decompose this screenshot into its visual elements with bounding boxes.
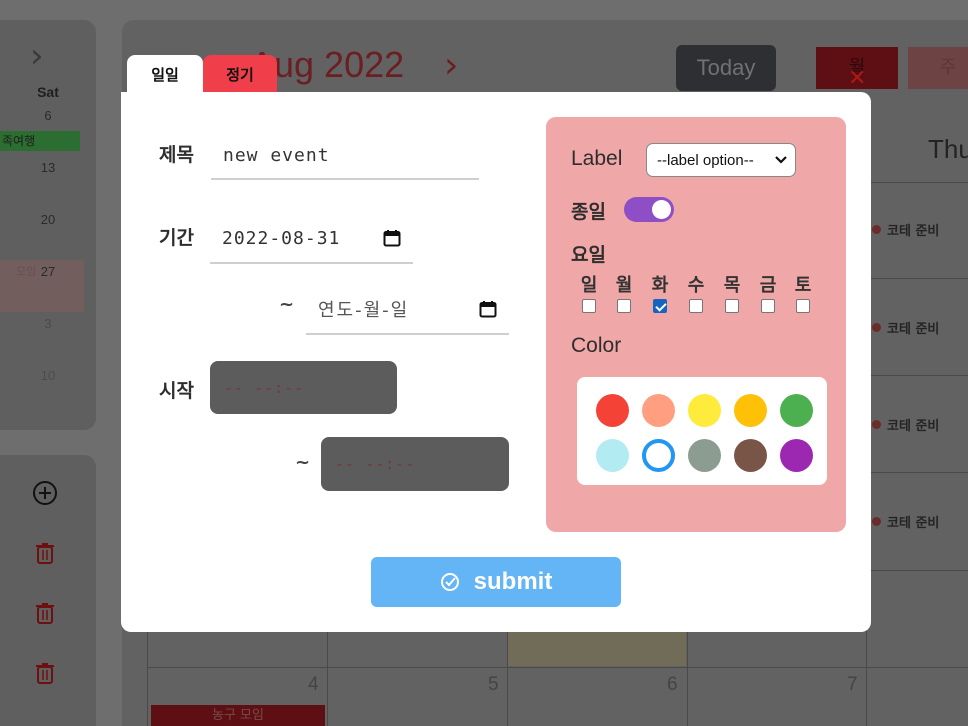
- period-label: 기간: [159, 227, 194, 249]
- day-header-thu: Thu: [928, 134, 968, 164]
- calendar-icon[interactable]: [383, 229, 401, 247]
- start-time-input[interactable]: -- --:--: [210, 361, 397, 414]
- add-label-icon[interactable]: [32, 480, 58, 506]
- dow-fri[interactable]: 금: [756, 275, 780, 313]
- mini-calendar-next-button[interactable]: ›: [30, 38, 58, 74]
- title-input-value: new event: [223, 144, 330, 166]
- trash-icon[interactable]: [32, 600, 58, 626]
- today-cell-highlight: [508, 630, 686, 666]
- label-select[interactable]: --label option--: [646, 143, 796, 177]
- dow-checkbox[interactable]: [761, 299, 775, 313]
- allday-label: 종일: [571, 201, 606, 223]
- grid-line: [687, 630, 688, 726]
- mini-day[interactable]: 3: [28, 316, 68, 331]
- day-number[interactable]: 7: [847, 674, 858, 696]
- check-circle-icon: [440, 573, 459, 591]
- week-view-button[interactable]: 주: [908, 47, 968, 89]
- title-label: 제목: [159, 144, 194, 166]
- time-range-tilde: ~: [295, 452, 311, 473]
- color-palette: [577, 377, 827, 485]
- color-swatch-purple[interactable]: [780, 439, 813, 472]
- grid-line: [866, 375, 968, 376]
- color-swatch-yellow[interactable]: [688, 394, 721, 427]
- title-input[interactable]: new event: [211, 132, 479, 180]
- mini-day[interactable]: 13: [28, 160, 68, 175]
- today-button[interactable]: Today: [676, 45, 776, 91]
- trash-icon[interactable]: [32, 540, 58, 566]
- day-number[interactable]: 4: [308, 674, 319, 696]
- mini-day[interactable]: 27: [28, 264, 68, 279]
- mini-day[interactable]: 10: [28, 368, 68, 383]
- dow-thu[interactable]: 목: [720, 275, 744, 313]
- dow-checkbox[interactable]: [689, 299, 703, 313]
- submit-label: submit: [473, 568, 553, 595]
- grid-line: [866, 182, 968, 183]
- end-date-input[interactable]: 연도-월-일: [306, 285, 509, 335]
- color-swatch-amber[interactable]: [734, 394, 767, 427]
- trash-icon[interactable]: [32, 660, 58, 686]
- calendar-event[interactable]: 코테 준비: [872, 220, 939, 239]
- dow-checkbox[interactable]: [582, 299, 596, 313]
- grid-line: [147, 630, 148, 726]
- tab-regular[interactable]: 정기: [203, 55, 277, 93]
- color-label: Color: [571, 334, 622, 357]
- calendar-event[interactable]: 코테 준비: [872, 415, 939, 434]
- grid-line: [866, 570, 968, 571]
- allday-toggle[interactable]: [624, 197, 674, 222]
- date-range-tilde: ~: [279, 294, 295, 315]
- toggle-knob: [652, 200, 671, 219]
- event-modal: 제목 new event 기간 2022-08-31 ~ 연도-월-일 시작 -…: [121, 92, 871, 632]
- grid-line: [866, 278, 968, 279]
- calendar-icon[interactable]: [479, 300, 497, 318]
- label-title: Label: [571, 147, 623, 170]
- end-time-input[interactable]: -- --:--: [321, 437, 509, 491]
- color-swatch-light-cyan[interactable]: [596, 439, 629, 472]
- grid-line: [866, 472, 968, 473]
- options-panel: Label --label option-- 종일 요일 일 월 화 수 목 금…: [546, 117, 846, 532]
- submit-button[interactable]: submit: [371, 557, 621, 607]
- dow-checkbox[interactable]: [725, 299, 739, 313]
- day-number[interactable]: 5: [488, 674, 499, 696]
- color-swatch-salmon[interactable]: [642, 394, 675, 427]
- label-select-value: --label option--: [657, 151, 754, 169]
- dow-checkbox[interactable]: [653, 299, 667, 313]
- dow-sat[interactable]: 토: [791, 275, 815, 313]
- tab-daily[interactable]: 일일: [127, 55, 203, 93]
- next-month-button[interactable]: ›: [444, 46, 458, 86]
- color-swatch-red[interactable]: [596, 394, 629, 427]
- grid-line: [147, 667, 968, 668]
- dow-tue[interactable]: 화: [648, 275, 672, 313]
- dow-checkbox[interactable]: [796, 299, 810, 313]
- dow-checkbox[interactable]: [617, 299, 631, 313]
- dow-wed[interactable]: 수: [684, 275, 708, 313]
- day-number[interactable]: 6: [667, 674, 678, 696]
- mini-event[interactable]: 족여행: [0, 131, 80, 151]
- calendar-event[interactable]: 코테 준비: [872, 318, 939, 337]
- mini-weekday-sat: Sat: [37, 84, 59, 100]
- dow-sun[interactable]: 일: [577, 275, 601, 313]
- end-date-placeholder: 연도-월-일: [318, 300, 410, 321]
- mini-day[interactable]: 6: [28, 108, 68, 123]
- color-swatch-brown[interactable]: [734, 439, 767, 472]
- chevron-down-icon: [775, 156, 787, 164]
- start-date-input[interactable]: 2022-08-31: [210, 214, 413, 264]
- color-swatch-white-selected[interactable]: [642, 439, 675, 472]
- start-date-value: 2022-08-31: [222, 227, 341, 249]
- mini-day[interactable]: 20: [28, 212, 68, 227]
- dow-label: 요일: [571, 244, 606, 266]
- color-swatch-green[interactable]: [780, 394, 813, 427]
- start-time-label: 시작: [159, 380, 194, 402]
- close-icon[interactable]: ✕: [848, 66, 866, 91]
- grid-line: [327, 630, 328, 726]
- calendar-event[interactable]: 코테 준비: [872, 512, 939, 531]
- color-swatch-gray-green[interactable]: [688, 439, 721, 472]
- dow-mon[interactable]: 월: [612, 275, 636, 313]
- calendar-event[interactable]: 농구 모임: [151, 705, 325, 726]
